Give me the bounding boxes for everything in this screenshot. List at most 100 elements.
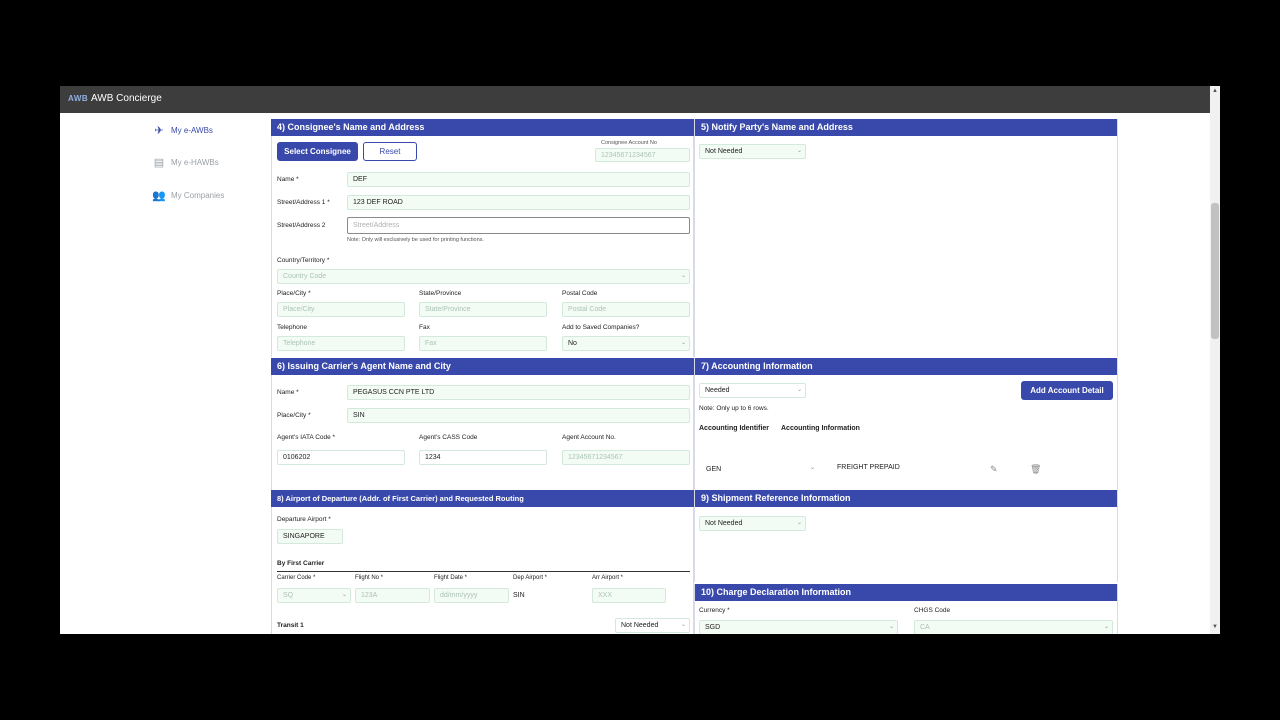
flight-no-label: Flight No * [355,575,384,581]
select-consignee-button[interactable]: Select Consignee [277,142,358,161]
arr-airport-label: Arr Airport * [592,575,624,581]
saved-companies-value: No [568,340,577,347]
airplane-icon: ✈ [154,125,164,137]
scrollbar-thumb[interactable] [1211,203,1219,339]
chgs-label: CHGS Code [914,607,951,614]
add-account-detail-button[interactable]: Add Account Detail [1021,381,1113,400]
accounting-value: Needed [705,387,730,394]
sidebar-item-label: My e-HAWBs [171,158,219,167]
departure-header: 8) Airport of Departure (Addr. of First … [271,490,694,507]
notify-select[interactable]: Not Needed ⌄ [699,144,806,159]
consignee-header: 4) Consignee's Name and Address [271,119,694,136]
saved-companies-label: Add to Saved Companies? [562,324,640,331]
chevron-down-icon: ⌄ [796,520,802,526]
country-placeholder: Country Code [283,273,327,280]
transit-label: Transit 1 [277,622,304,629]
sidebar-item-label: My e-AWBs [171,126,213,135]
currency-select[interactable]: SGD ⌄ [699,620,898,634]
dep-airport-value: SIN [513,592,525,599]
chevron-down-icon: ⌄ [680,622,686,628]
chevron-down-icon: ⌄ [1103,624,1109,630]
document-icon: ▤ [153,157,165,169]
sidebar-item-my-ehawbs[interactable]: ▤ My e-HAWBs [152,156,219,169]
agent-name-input[interactable]: PEGASUS CCN PTE LTD [347,385,690,400]
chevron-down-icon: ⌄ [810,465,816,471]
currency-value: SGD [705,624,721,631]
carrier-code-placeholder: SQ [283,592,294,599]
title-bar: AWB AWB Concierge [60,86,1220,113]
departure-airport-input[interactable]: SINGAPORE [277,529,343,544]
transit-value: Not Needed [621,622,659,629]
scroll-up-icon[interactable]: ▲ [1212,88,1218,94]
telephone-input[interactable]: Telephone [277,336,405,351]
street2-label: Street/Address 2 [277,222,326,229]
accounting-section [694,358,1118,490]
flight-date-input[interactable]: dd/mm/yyyy [434,588,509,603]
arr-airport-input[interactable]: XXX [592,588,666,603]
consignee-account-label: Consignee Account No [601,140,657,146]
accounting-information-value: FREIGHT PREPAID [837,464,900,471]
notify-value: Not Needed [705,148,743,155]
place-label: Place/City * [277,290,311,297]
app-logo: AWB [68,94,89,103]
agent-account-label: Agent Account No. [562,434,616,441]
place-input[interactable]: Place/City [277,302,405,317]
sidebar-item-my-eawbs[interactable]: ✈ My e-AWBs [152,124,213,137]
charge-header: 10) Charge Declaration Information [695,584,1117,601]
print-note: Note: Only will exclusively be used for … [347,237,484,243]
carrier-code-select[interactable]: SQ ⌄ [277,588,351,603]
dep-airport-label: Dep Airport * [513,575,548,581]
divider [277,571,690,572]
agent-section [271,358,694,490]
scroll-down-icon[interactable]: ▼ [1212,624,1218,630]
users-icon: 👥 [152,190,166,202]
col-accounting-identifier: Accounting Identifier [699,425,769,432]
vertical-scrollbar[interactable]: ▲ ▼ [1210,86,1220,634]
agent-account-input[interactable]: 12345671234567 [562,450,690,465]
departure-section [271,490,694,634]
street2-input[interactable]: Street/Address [347,217,690,234]
state-label: State/Province [419,290,462,297]
notify-header: 5) Notify Party's Name and Address [695,119,1117,136]
iata-input[interactable]: 0106202 [277,450,405,465]
state-input[interactable]: State/Province [419,302,547,317]
shipment-ref-select[interactable]: Not Needed ⌄ [699,516,806,531]
chevron-down-icon: ⌄ [680,340,686,346]
consignee-name-label: Name * [277,176,299,183]
chevron-down-icon: ⌄ [796,387,802,393]
shipment-ref-header: 9) Shipment Reference Information [695,490,1117,507]
fax-input[interactable]: Fax [419,336,547,351]
sidebar: ✈ My e-AWBs ▤ My e-HAWBs 👥 My Companies [60,113,270,634]
telephone-label: Telephone [277,324,307,331]
consignee-name-input[interactable]: DEF [347,172,690,187]
sidebar-item-my-companies[interactable]: 👥 My Companies [152,189,224,202]
accounting-select[interactable]: Needed ⌄ [699,383,806,398]
accounting-header: 7) Accounting Information [695,358,1117,375]
departure-airport-label: Departure Airport * [277,516,331,523]
accounting-note: Note: Only up to 6 rows. [699,405,769,412]
agent-header: 6) Issuing Carrier's Agent Name and City [271,358,694,375]
flight-no-input[interactable]: 123A [355,588,430,603]
cass-input[interactable]: 1234 [419,450,547,465]
transit-select[interactable]: Not Needed ⌄ [615,618,690,633]
chevron-down-icon: ⌄ [341,592,347,598]
sidebar-item-label: My Companies [171,191,225,200]
agent-place-label: Place/City * [277,412,311,419]
country-select[interactable]: Country Code ⌄ [277,269,690,284]
reset-button[interactable]: Reset [363,142,417,161]
chgs-placeholder: CA [920,624,930,631]
accounting-identifier-value[interactable]: GEN [706,466,721,473]
trash-icon[interactable]: 🗑 [1030,464,1041,475]
postal-input[interactable]: Postal Code [562,302,690,317]
fax-label: Fax [419,324,430,331]
street1-label: Street/Address 1 * [277,199,330,206]
agent-name-label: Name * [277,389,299,396]
agent-place-input[interactable]: SIN [347,408,690,423]
chgs-select[interactable]: CA ⌄ [914,620,1113,634]
street1-input[interactable]: 123 DEF ROAD [347,195,690,210]
pencil-icon[interactable]: ✎ [990,464,998,475]
consignee-account-input[interactable]: 12345671234567 [595,148,690,162]
flight-date-label: Flight Date * [434,575,468,581]
saved-companies-select[interactable]: No ⌄ [562,336,690,351]
col-accounting-information: Accounting Information [781,425,860,432]
